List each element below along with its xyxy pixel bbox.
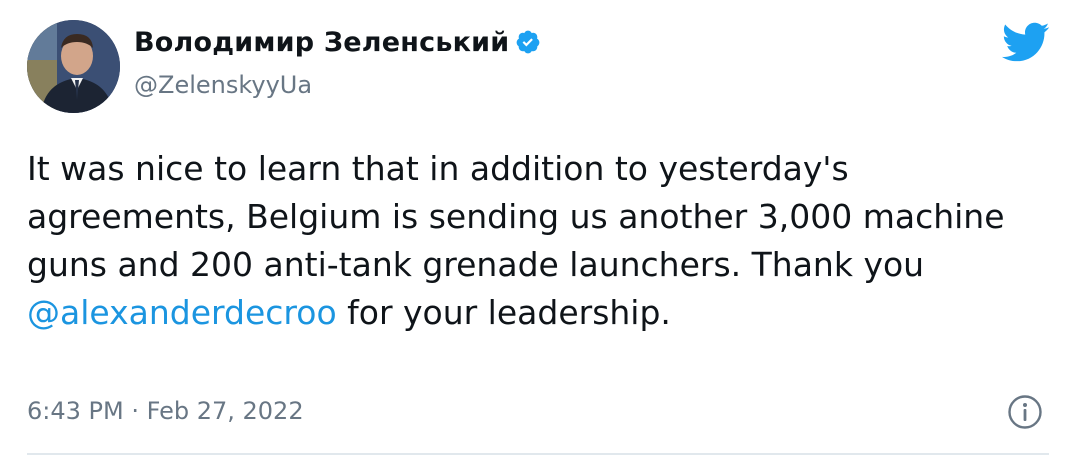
tweet-timestamp[interactable]: 6:43 PM · Feb 27, 2022	[27, 397, 304, 425]
divider	[27, 453, 1049, 455]
tweet-text-after: for your leadership.	[336, 293, 671, 332]
tweet-text-before: It was nice to learn that in addition to…	[27, 149, 1005, 284]
avatar[interactable]	[27, 20, 120, 113]
mention-link[interactable]: @alexanderdecroo	[27, 293, 337, 332]
avatar-photo	[27, 20, 120, 113]
info-icon[interactable]	[1007, 394, 1043, 430]
tweet-card: Володимир Зеленський @ZelenskyyUa It was…	[0, 0, 1080, 472]
author-name-text: Володимир Зеленський	[134, 27, 510, 58]
verified-badge-icon	[516, 30, 540, 54]
twitter-bird-icon[interactable]	[1000, 20, 1050, 64]
author-display-name[interactable]: Володимир Зеленський	[134, 27, 541, 58]
tweet-text: It was nice to learn that in addition to…	[27, 145, 1057, 337]
author-handle[interactable]: @ZelenskyyUa	[134, 71, 312, 99]
